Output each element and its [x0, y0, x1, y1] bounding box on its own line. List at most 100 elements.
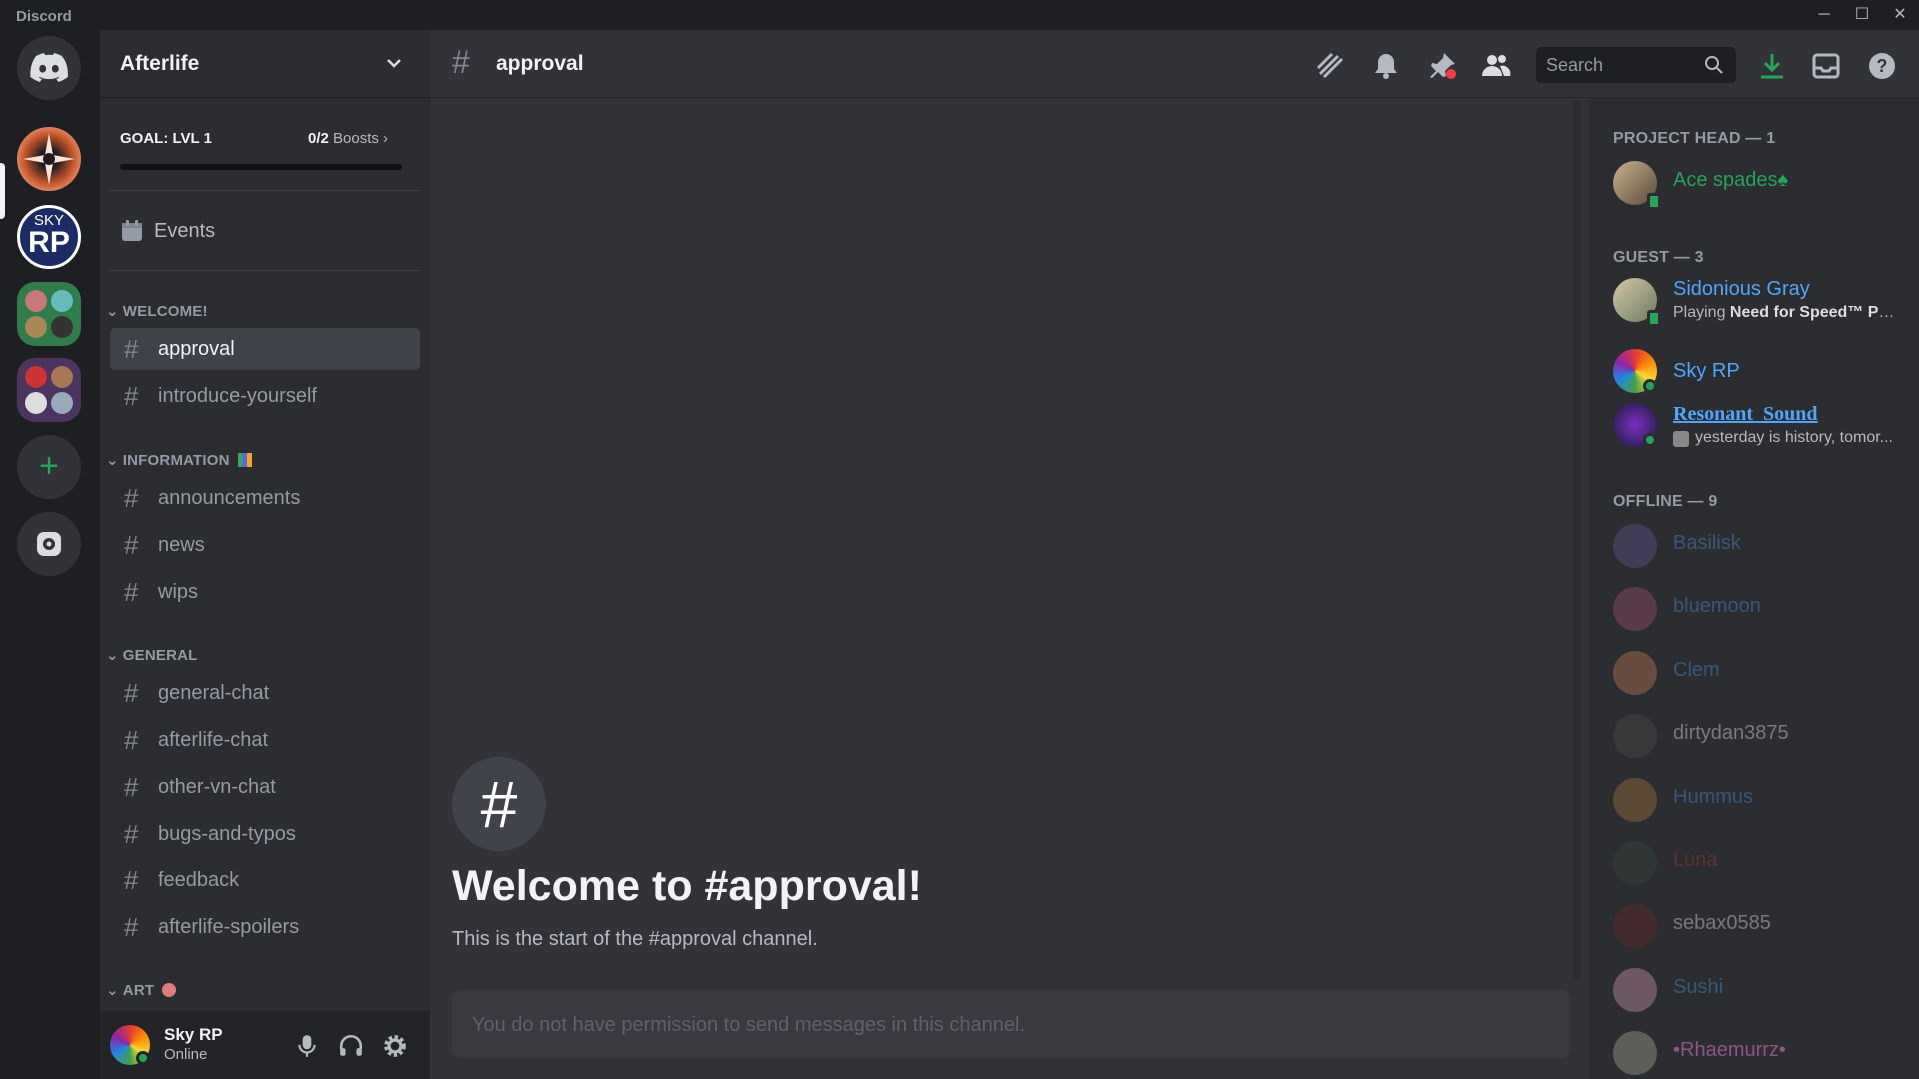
inbox-icon[interactable] — [1810, 50, 1842, 82]
channel-approval[interactable]: # approval — [110, 328, 420, 370]
welcome-subtitle: This is the start of the #approval chann… — [452, 928, 818, 950]
server-sky-rp[interactable]: SKY RP — [17, 205, 81, 269]
avatar — [1613, 1031, 1657, 1075]
help-icon[interactable]: ? — [1866, 50, 1898, 82]
pin-icon[interactable] — [1426, 50, 1458, 82]
member-dirtydan3875[interactable]: dirtydan3875 — [1613, 706, 1913, 762]
bell-icon[interactable] — [1370, 50, 1402, 82]
channel-wips[interactable]: # wips — [110, 571, 420, 613]
channel-news[interactable]: # news — [110, 524, 420, 566]
category-label: INFORMATION — [122, 451, 230, 469]
channel-label: general-chat — [158, 681, 270, 704]
member-bluemoon[interactable]: bluemoon — [1613, 579, 1913, 635]
hash-icon: # — [124, 380, 139, 411]
compass-icon — [37, 532, 61, 556]
channel-afterlife-chat[interactable]: # afterlife-chat — [110, 719, 420, 761]
scrollbar[interactable] — [1573, 100, 1581, 980]
maximize-button[interactable]: ☐ — [1842, 4, 1882, 26]
channel-introduce-yourself[interactable]: # introduce-yourself — [110, 375, 420, 417]
gear-icon[interactable] — [382, 1033, 408, 1059]
server-afterlife[interactable] — [17, 127, 81, 191]
category-art[interactable]: ⌄ ART — [106, 981, 177, 999]
explore-servers-button[interactable] — [17, 512, 81, 576]
chevron-down-icon: ⌄ — [106, 452, 119, 469]
channel-afterlife-spoilers[interactable]: # afterlife-spoilers — [110, 906, 420, 948]
hash-icon: # — [124, 677, 139, 708]
events-item[interactable]: Events — [120, 216, 215, 246]
search-icon — [1705, 56, 1723, 74]
home-button[interactable] — [17, 36, 81, 100]
user-name: Sky RP — [164, 1025, 223, 1044]
server-rp-text: RP — [28, 226, 70, 259]
chevron-down-icon — [387, 59, 401, 68]
channel-general-chat[interactable]: # general-chat — [110, 672, 420, 714]
selected-server-indicator — [0, 163, 5, 219]
books-icon — [237, 453, 252, 467]
member-name: Sidonious Gray — [1673, 278, 1810, 300]
discord-logo-icon — [30, 53, 68, 82]
headphones-icon[interactable] — [338, 1033, 364, 1059]
category-general[interactable]: ⌄ GENERAL — [106, 646, 198, 665]
member-clem[interactable]: Clem — [1613, 643, 1913, 699]
search-input[interactable]: Search — [1536, 47, 1736, 83]
member-luna[interactable]: Luna — [1613, 833, 1913, 889]
server-folder-1[interactable] — [17, 282, 81, 346]
category-information[interactable]: ⌄ INFORMATION — [106, 451, 252, 469]
minimize-button[interactable]: ─ — [1804, 4, 1844, 26]
channel-feedback[interactable]: # feedback — [110, 859, 420, 901]
channel-bugs-and-typos[interactable]: # bugs-and-typos — [110, 813, 420, 855]
channel-title: approval — [496, 52, 584, 75]
channel-announcements[interactable]: # announcements — [110, 477, 420, 519]
channel-label: wips — [158, 580, 199, 603]
member-list-icon[interactable] — [1480, 50, 1512, 82]
divider — [110, 270, 420, 271]
member-sushi[interactable]: Sushi — [1613, 960, 1913, 1016]
welcome-title: Welcome to #approval! — [452, 862, 922, 910]
hash-icon: # — [124, 576, 139, 607]
app-title: Discord — [16, 8, 72, 25]
server-folder-2[interactable] — [17, 358, 81, 422]
member-name: Ace spades♠ — [1673, 169, 1789, 191]
member-name: Hummus — [1673, 786, 1754, 808]
hash-icon: # — [124, 911, 139, 942]
category-label: GENERAL — [122, 646, 198, 664]
hash-icon: # — [124, 529, 139, 560]
online-status-dot — [1643, 379, 1657, 393]
category-welcome[interactable]: ⌄ WELCOME! — [106, 302, 208, 321]
custom-status: yesterday is history, tomor... — [1695, 429, 1893, 446]
channel-header: # approval Search ? — [430, 30, 1919, 98]
member-name: sebax0585 — [1673, 912, 1771, 934]
avatar — [1613, 587, 1657, 631]
channel-other-vn-chat[interactable]: # other-vn-chat — [110, 766, 420, 808]
threads-icon[interactable] — [1314, 50, 1346, 82]
avatar — [1613, 714, 1657, 758]
server-header[interactable]: Afterlife — [100, 30, 430, 98]
add-server-button[interactable]: + — [17, 435, 81, 499]
channel-label: introduce-yourself — [158, 384, 317, 407]
channel-label: announcements — [158, 486, 301, 509]
online-status-dot — [1643, 433, 1657, 447]
member-sidonious-gray[interactable]: Sidonious Gray Playing Need for Speed™ P… — [1613, 270, 1913, 327]
palette-icon — [162, 983, 177, 997]
channel-hash-icon: # — [452, 757, 546, 851]
member-ace-spades[interactable]: Ace spades♠ — [1613, 153, 1913, 210]
member-sky-rp[interactable]: Sky RP — [1613, 341, 1913, 397]
member-rhaemurrz[interactable]: •Rhaemurrz• — [1613, 1023, 1913, 1079]
divider — [110, 190, 420, 191]
chevron-down-icon: ⌄ — [106, 982, 119, 999]
search-placeholder: Search — [1546, 55, 1604, 75]
microphone-icon[interactable] — [294, 1033, 320, 1059]
avatar — [1613, 841, 1657, 885]
calendar-icon — [122, 220, 142, 241]
channel-sidebar: Afterlife GOAL: LVL 1 0/2 Boosts › Event… — [100, 30, 430, 1079]
member-resonant-sound[interactable]: Resonant_Sound yesterday is history, tom… — [1613, 395, 1913, 451]
member-sebax0585[interactable]: sebax0585 — [1613, 896, 1913, 952]
member-basilisk[interactable]: Basilisk — [1613, 516, 1913, 572]
avatar — [1613, 778, 1657, 822]
group-project-head: PROJECT HEAD — 1 — [1613, 130, 1776, 147]
member-hummus[interactable]: Hummus — [1613, 770, 1913, 826]
status-emoji-icon — [1673, 431, 1689, 447]
hash-icon: # — [124, 771, 139, 802]
close-button[interactable]: ✕ — [1880, 4, 1919, 26]
download-icon[interactable] — [1756, 50, 1788, 82]
